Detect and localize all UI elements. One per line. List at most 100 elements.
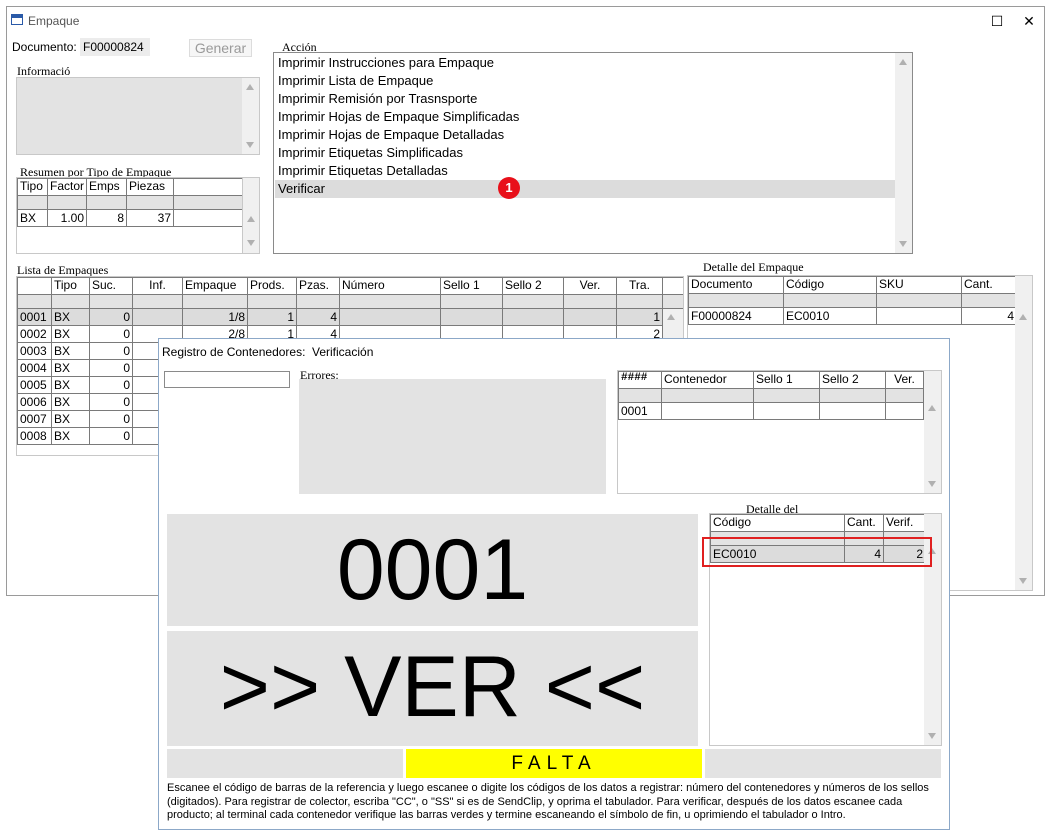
cell: 0003 (17, 342, 52, 360)
verificacion-dialog: Registro de Contenedores: Verificación E… (158, 338, 950, 830)
scan-input[interactable] (164, 371, 290, 388)
accion-listbox[interactable]: Imprimir Instrucciones para Empaque Impr… (273, 52, 913, 254)
cell (819, 402, 886, 420)
table-row[interactable]: 0001 BX 0 1/8 1 4 1 (17, 308, 683, 326)
contenedores-table: #### Contenedor Sello 1 Sello 2 Ver. 000… (618, 371, 924, 420)
cell (339, 308, 441, 326)
col-header-ver[interactable]: Ver. (885, 371, 924, 389)
scroll-up-icon[interactable] (1019, 314, 1027, 320)
cell (753, 402, 820, 420)
contenedores-scrollbar[interactable] (924, 371, 941, 493)
detalle-empaque-table: Documento Código SKU Cant. F00000824 EC0… (688, 276, 1017, 325)
cell (661, 402, 754, 420)
resumen-grid: Tipo Factor Emps Piezas BX 1.00 8 37 (16, 177, 260, 254)
window-title: Empaque (28, 14, 80, 28)
instructions-text: Escanee el código de barras de la refere… (167, 782, 929, 821)
col-header-codigo[interactable]: Código (783, 276, 877, 294)
col-header-tipo[interactable]: Tipo (51, 277, 90, 295)
cell: BX (51, 308, 90, 326)
cell: 1 (616, 308, 663, 326)
scroll-up-icon[interactable] (928, 405, 936, 411)
cell (502, 308, 564, 326)
col-header-contenedor[interactable]: Contenedor (661, 371, 754, 389)
col-header-sello1[interactable]: Sello 1 (440, 277, 503, 295)
scroll-down-icon[interactable] (928, 481, 936, 487)
col-header-num[interactable]: #### (618, 371, 662, 389)
col-header-numero[interactable]: Número (339, 277, 441, 295)
scroll-down-icon[interactable] (246, 142, 254, 148)
cell (440, 308, 503, 326)
informacion-scrollbar[interactable] (242, 78, 259, 154)
step-badge: 1 (498, 177, 520, 199)
scroll-down-icon[interactable] (247, 240, 255, 246)
dialog-title-right: Verificación (312, 345, 374, 359)
errores-panel (299, 379, 606, 494)
col-header-tra[interactable]: Tra. (616, 277, 663, 295)
cell: 0 (89, 410, 133, 428)
accion-item[interactable]: Imprimir Etiquetas Detalladas (275, 162, 895, 180)
status-left-bar (167, 749, 403, 778)
col-header-piezas[interactable]: Piezas (126, 178, 174, 196)
col-header-ver[interactable]: Ver. (563, 277, 617, 295)
col-header-empaque[interactable]: Empaque (182, 277, 248, 295)
scroll-up-icon[interactable] (247, 216, 255, 222)
detalle-empaque-scrollbar[interactable] (1015, 276, 1032, 590)
table-row[interactable]: F00000824 EC0010 4 (688, 307, 1017, 325)
cell: 0 (89, 325, 133, 343)
col-header-sello2[interactable]: Sello 2 (819, 371, 886, 389)
informacion-textarea[interactable] (16, 77, 260, 155)
cell: 0006 (17, 393, 52, 411)
scroll-down-icon[interactable] (899, 241, 907, 247)
accion-item[interactable]: Imprimir Remisión por Trasnsporte (275, 90, 895, 108)
col-header-codigo[interactable]: Código (710, 514, 845, 532)
table-row[interactable]: BX 1.00 8 37 (17, 209, 244, 227)
scroll-up-icon[interactable] (667, 314, 675, 320)
accion-item-verificar[interactable]: Verificar (275, 180, 895, 198)
cell: BX (51, 427, 90, 445)
col-header-documento[interactable]: Documento (688, 276, 784, 294)
col-header-cant[interactable]: Cant. (844, 514, 884, 532)
accion-item[interactable]: Imprimir Etiquetas Simplificadas (275, 144, 895, 162)
scroll-up-icon[interactable] (899, 59, 907, 65)
col-header-inf[interactable]: Inf. (132, 277, 183, 295)
col-header-cant[interactable]: Cant. (961, 276, 1017, 294)
col-header-pzas[interactable]: Pzas. (296, 277, 340, 295)
col-header-verif[interactable]: Verif. (883, 514, 926, 532)
container-number-display: 0001 (167, 514, 698, 626)
col-header-emps[interactable]: Emps (86, 178, 127, 196)
resumen-scrollbar[interactable] (242, 178, 259, 253)
contenedores-grid: #### Contenedor Sello 1 Sello 2 Ver. 000… (617, 370, 942, 494)
cell: 0 (89, 359, 133, 377)
cell: BX (51, 410, 90, 428)
scroll-down-icon[interactable] (1019, 578, 1027, 584)
accion-item[interactable]: Imprimir Hojas de Empaque Detalladas (275, 126, 895, 144)
col-header-suc[interactable]: Suc. (89, 277, 133, 295)
accion-item[interactable]: Imprimir Lista de Empaque (275, 72, 895, 90)
cell (885, 402, 924, 420)
cell: 1/8 (182, 308, 248, 326)
accion-item[interactable]: Imprimir Hojas de Empaque Simplificadas (275, 108, 895, 126)
accion-scrollbar[interactable] (895, 53, 912, 253)
detalle-empaque-label: Detalle del Empaque (703, 260, 804, 274)
cell: 0 (89, 376, 133, 394)
cell: 37 (126, 209, 174, 227)
col-header-tipo[interactable]: Tipo (17, 178, 48, 196)
generar-button[interactable]: Generar (189, 39, 252, 57)
accion-list: Imprimir Instrucciones para Empaque Impr… (275, 54, 895, 198)
maximize-button[interactable]: ☐ (983, 11, 1011, 31)
col-header-factor[interactable]: Factor (47, 178, 87, 196)
col-header-sello1[interactable]: Sello 1 (753, 371, 820, 389)
close-button[interactable]: ✕ (1015, 11, 1043, 31)
cell: BX (51, 325, 90, 343)
scroll-up-icon[interactable] (246, 84, 254, 90)
col-header-prods[interactable]: Prods. (247, 277, 297, 295)
col-header-sello2[interactable]: Sello 2 (502, 277, 564, 295)
scroll-down-icon[interactable] (928, 733, 936, 739)
accion-item[interactable]: Imprimir Instrucciones para Empaque (275, 54, 895, 72)
documento-field[interactable]: F00000824 (80, 38, 150, 56)
table-row[interactable]: 0001 (618, 402, 924, 420)
col-header-sku[interactable]: SKU (876, 276, 962, 294)
cell (563, 308, 617, 326)
cell: BX (51, 393, 90, 411)
cell: BX (51, 376, 90, 394)
